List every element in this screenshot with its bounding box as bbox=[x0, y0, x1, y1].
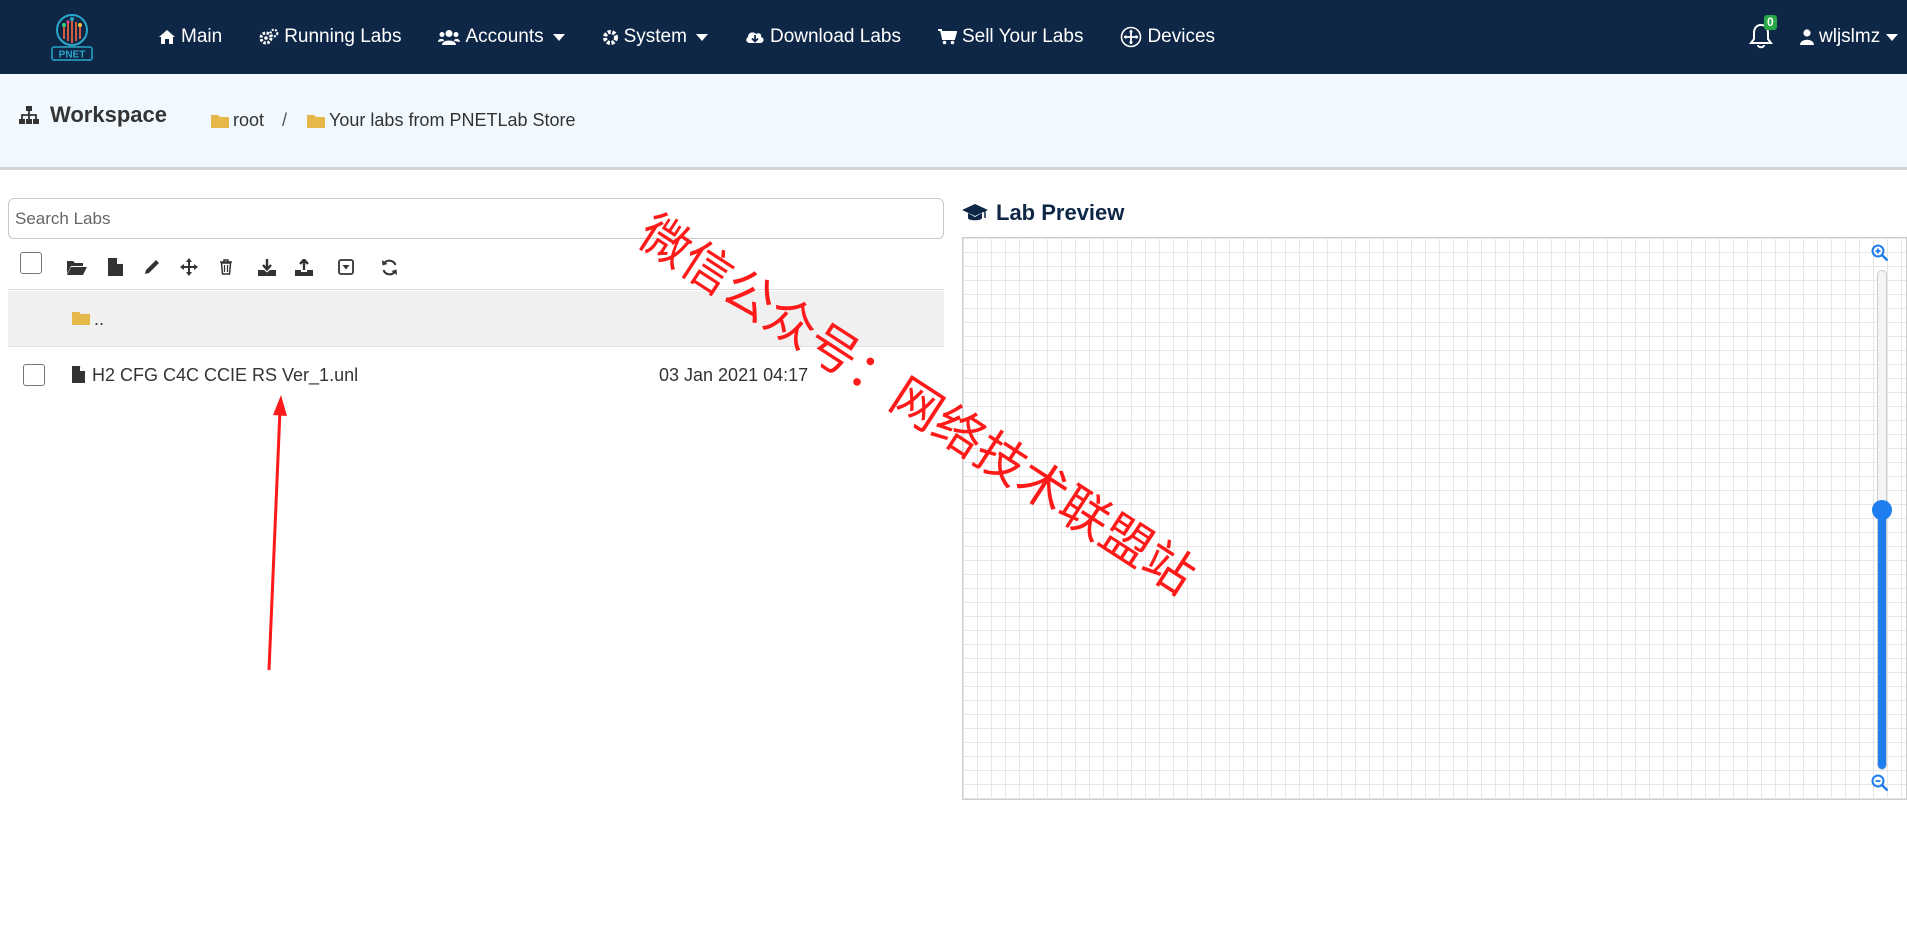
gears-icon bbox=[259, 28, 279, 45]
breadcrumb-separator: / bbox=[282, 110, 288, 130]
user-icon bbox=[1800, 29, 1814, 45]
nav-item-running-labs[interactable]: Running Labs bbox=[259, 26, 401, 48]
arrows-circle-icon bbox=[1121, 26, 1142, 48]
graduation-cap-icon bbox=[962, 204, 988, 221]
lab-file-date: 03 Jan 2021 04:17 bbox=[659, 365, 809, 385]
nav-item-label: Sell Your Labs bbox=[961, 26, 1084, 47]
workspace-title: Workspace bbox=[50, 102, 167, 127]
red-arrow-annotation bbox=[267, 395, 287, 671]
nav-item-system[interactable]: System bbox=[602, 26, 708, 48]
workspace-header: Workspace root / Your labs from PNETLab … bbox=[0, 74, 1907, 170]
zoom-slider-handle[interactable] bbox=[1872, 500, 1892, 520]
notification-count-badge: 0 bbox=[1764, 15, 1777, 30]
top-navbar: PNET Main Running Labs Accounts System D… bbox=[0, 0, 1907, 74]
breadcrumb: root / Your labs from PNETLab Store bbox=[211, 110, 576, 131]
zoom-slider[interactable] bbox=[1877, 270, 1887, 770]
move-icon bbox=[180, 258, 198, 276]
parent-folder-row[interactable]: .. bbox=[8, 291, 944, 347]
cloud-download-icon bbox=[746, 32, 764, 43]
move-button[interactable] bbox=[178, 256, 200, 278]
breadcrumb-item-store[interactable]: Your labs from PNETLab Store bbox=[307, 110, 576, 131]
lab-preview-canvas[interactable] bbox=[962, 237, 1907, 800]
nav-item-accounts[interactable]: Accounts bbox=[438, 26, 565, 48]
upload-icon bbox=[295, 258, 313, 276]
lab-preview-title: Lab Preview bbox=[996, 200, 1125, 225]
nav-item-devices[interactable]: Devices bbox=[1120, 26, 1215, 48]
file-icon bbox=[107, 258, 123, 276]
breadcrumb-item-root[interactable]: root bbox=[211, 110, 264, 131]
zoom-in-icon[interactable] bbox=[1871, 244, 1889, 262]
lab-toolbar bbox=[8, 248, 944, 290]
select-all-checkbox[interactable] bbox=[20, 252, 42, 274]
chevron-down-icon bbox=[552, 33, 565, 41]
open-folder-button[interactable] bbox=[66, 256, 88, 278]
nav-menu: Main Running Labs Accounts System Downlo… bbox=[158, 0, 1252, 74]
nav-item-sell-your-labs[interactable]: Sell Your Labs bbox=[937, 26, 1084, 48]
username: wljslmz bbox=[1819, 26, 1881, 47]
delete-button[interactable] bbox=[215, 256, 237, 278]
nav-item-label: Accounts bbox=[465, 26, 544, 47]
parent-folder-label: .. bbox=[94, 309, 105, 329]
nav-item-label: Devices bbox=[1147, 26, 1216, 47]
nav-item-label: Running Labs bbox=[284, 26, 402, 47]
gear-icon bbox=[602, 29, 618, 45]
dropdown-button[interactable] bbox=[335, 256, 357, 278]
lab-file-row[interactable]: H2 CFG C4C CCIE RS Ver_1.unl 03 Jan 2021… bbox=[8, 347, 944, 403]
sitemap-icon bbox=[19, 106, 39, 124]
nav-item-label: Main bbox=[181, 26, 223, 47]
nav-item-label: Download Labs bbox=[769, 26, 901, 47]
cart-icon bbox=[937, 29, 957, 45]
zoom-slider-fill bbox=[1878, 511, 1886, 769]
breadcrumb-label: Your labs from PNETLab Store bbox=[329, 110, 576, 130]
import-button[interactable] bbox=[293, 256, 315, 278]
pencil-icon bbox=[145, 260, 159, 274]
logo-text: PNET bbox=[59, 50, 86, 61]
file-icon bbox=[72, 366, 85, 383]
lab-file-name: H2 CFG C4C CCIE RS Ver_1.unl bbox=[92, 365, 359, 385]
nav-item-main[interactable]: Main bbox=[158, 26, 222, 48]
nav-item-label: System bbox=[623, 26, 687, 47]
nav-item-download-labs[interactable]: Download Labs bbox=[745, 26, 901, 48]
trash-icon bbox=[220, 259, 232, 275]
user-menu[interactable]: wljslmz bbox=[1800, 0, 1899, 74]
row-checkbox[interactable] bbox=[23, 364, 45, 386]
users-icon bbox=[438, 30, 461, 45]
chevron-down-icon bbox=[1886, 33, 1899, 41]
export-button[interactable] bbox=[256, 256, 278, 278]
zoom-out-icon[interactable] bbox=[1871, 774, 1889, 792]
page-title: Workspace bbox=[18, 102, 167, 128]
chevron-down-icon bbox=[695, 33, 708, 41]
edit-button[interactable] bbox=[141, 256, 163, 278]
new-lab-button[interactable] bbox=[104, 256, 126, 278]
refresh-icon bbox=[381, 259, 397, 275]
folder-open-icon bbox=[67, 260, 87, 275]
download-icon bbox=[258, 258, 276, 276]
breadcrumb-label: root bbox=[233, 110, 265, 130]
pnet-logo[interactable]: PNET bbox=[49, 13, 95, 61]
search-labs-input[interactable] bbox=[8, 198, 944, 239]
notifications-button[interactable]: 0 bbox=[1748, 15, 1778, 52]
caret-square-down-icon bbox=[338, 259, 354, 275]
folder-icon bbox=[307, 115, 326, 128]
refresh-button[interactable] bbox=[378, 256, 400, 278]
lab-preview-heading: Lab Preview bbox=[962, 200, 1124, 226]
app-root: PNET Main Running Labs Accounts System D… bbox=[0, 0, 1907, 935]
home-icon bbox=[159, 30, 175, 44]
folder-icon bbox=[72, 312, 90, 325]
folder-icon bbox=[211, 115, 229, 128]
